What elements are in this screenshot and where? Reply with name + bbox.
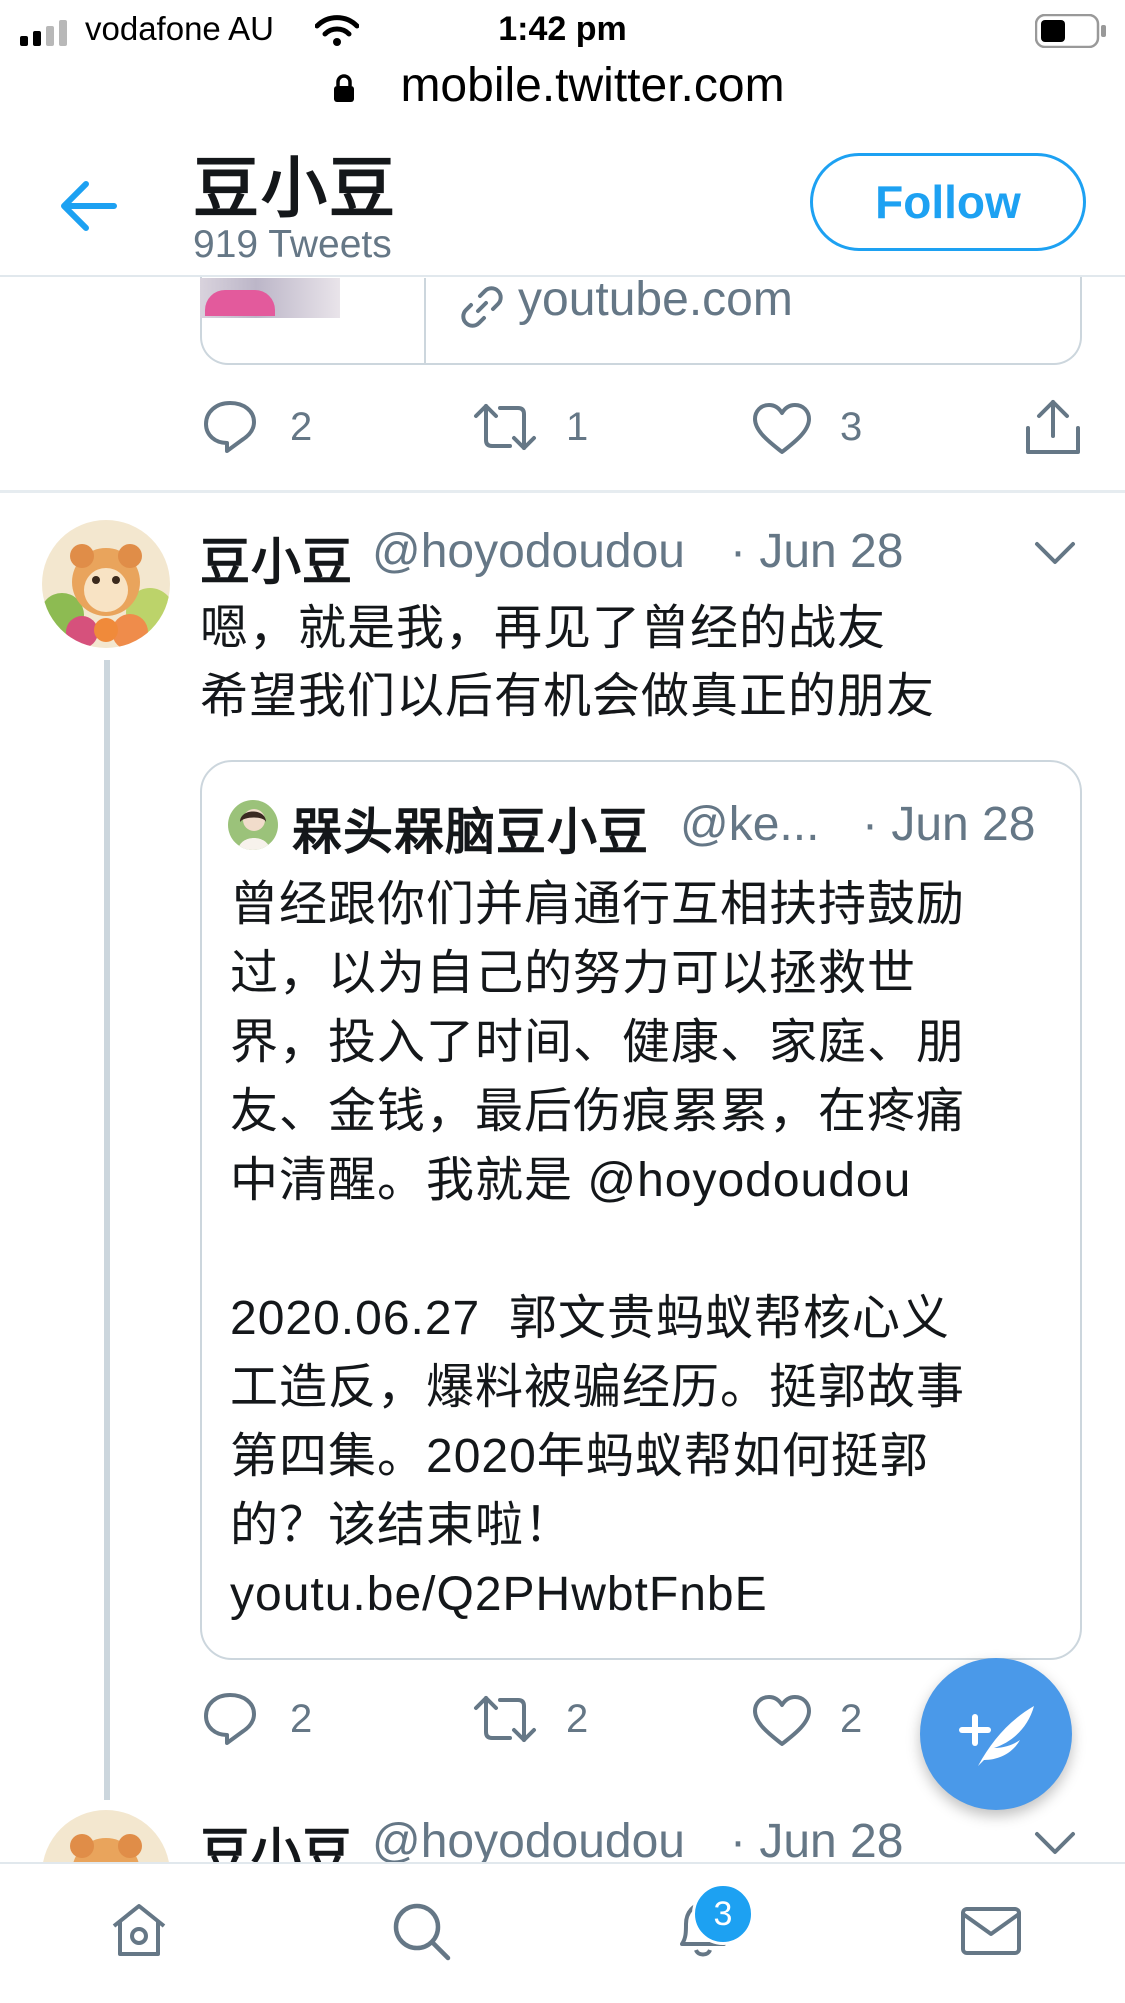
link-icon <box>461 286 503 328</box>
clock: 1:42 pm <box>498 10 627 48</box>
retweet-count: 2 <box>566 1697 589 1741</box>
share-icon[interactable] <box>1024 398 1082 456</box>
retweet-count: 1 <box>566 405 589 449</box>
chevron-down-icon[interactable] <box>1034 1830 1076 1856</box>
battery-icon <box>1035 14 1106 48</box>
card-thumbnail-detail <box>205 290 275 316</box>
search-icon[interactable] <box>392 1902 452 1962</box>
quoted-tweet-author-handle: @ke... <box>680 798 820 851</box>
quoted-tweet-text: 曾经跟你们并肩通行互相扶持鼓励 过，以为自己的努力可以拯救世 界，投入了时间、健… <box>230 878 966 1621</box>
tweet-date[interactable]: · Jun 28 <box>730 524 903 579</box>
quoted-tweet-date: · Jun 28 <box>862 798 1036 851</box>
url-text: mobile.twitter.com <box>400 59 785 112</box>
like-icon[interactable] <box>752 1694 812 1746</box>
quoted-tweet-avatar <box>228 800 278 850</box>
profile-name: 豆小豆 <box>193 151 397 225</box>
tweet-author-handle[interactable]: @hoyodoudou <box>372 1814 685 1869</box>
tweet-separator <box>0 490 1125 493</box>
retweet-icon[interactable] <box>472 402 538 452</box>
chevron-down-icon[interactable] <box>1034 540 1076 566</box>
card-divider <box>424 278 426 365</box>
reply-icon[interactable] <box>202 1692 258 1746</box>
card-domain: youtube.com <box>518 273 793 326</box>
status-bar: vodafone AU 1:42 pm <box>0 0 1125 60</box>
bottom-navigation <box>0 1862 1125 2003</box>
compose-icon <box>959 1706 1034 1766</box>
address-bar[interactable]: mobile.twitter.com <box>0 58 1125 120</box>
reply-icon[interactable] <box>202 400 258 454</box>
compose-button[interactable] <box>920 1658 1072 1810</box>
tweet-text-line: 嗯，就是我，再见了曾经的战友 <box>200 602 887 655</box>
like-count: 3 <box>840 405 863 449</box>
tweet-text: 嗯，就是我，再见了曾经的战友 希望我们以后有机会做真正的朋友 <box>200 595 1080 731</box>
retweet-icon[interactable] <box>472 1694 538 1744</box>
thread-line <box>104 660 110 1800</box>
messages-icon[interactable] <box>960 1906 1022 1956</box>
like-count: 2 <box>840 1697 863 1741</box>
tweet-author-name[interactable]: 豆小豆 <box>200 522 353 594</box>
avatar-image <box>42 520 170 648</box>
quoted-avatar-image <box>228 800 278 850</box>
home-icon[interactable] <box>110 1902 168 1958</box>
like-icon[interactable] <box>752 402 812 454</box>
back-arrow-icon[interactable] <box>58 180 118 232</box>
follow-button[interactable]: Follow <box>810 153 1086 251</box>
tweet-date[interactable]: · Jun 28 <box>730 1814 903 1869</box>
tweet-count: 919 Tweets <box>193 223 392 266</box>
profile-header: 豆小豆 919 Tweets Follow <box>0 135 1125 277</box>
reply-count: 2 <box>290 405 313 449</box>
notifications-badge: 3 <box>692 1883 754 1945</box>
tweet-text-line: 希望我们以后有机会做真正的朋友 <box>200 670 936 723</box>
quoted-tweet-author-name: 槑头槑脑豆小豆 <box>292 804 649 860</box>
tweet-author-handle[interactable]: @hoyodoudou <box>372 524 685 579</box>
avatar[interactable] <box>42 520 170 648</box>
reply-count: 2 <box>290 1697 313 1741</box>
